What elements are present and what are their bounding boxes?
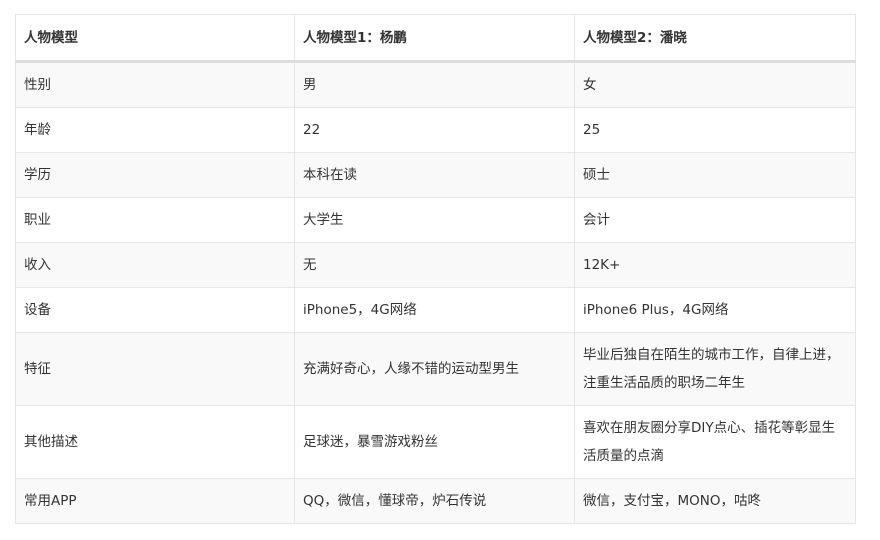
table-row: 收入 无 12K+ xyxy=(15,242,856,288)
header-row: 人物模型 人物模型1：杨鹏 人物模型2：潘晓 xyxy=(15,14,856,63)
table-row: 性别 男 女 xyxy=(15,61,856,108)
row-label: 其他描述 xyxy=(15,405,295,479)
table-body: 性别 男 女 年龄 22 25 学历 本科在读 硕士 职业 大学生 会计 收入 … xyxy=(15,61,856,524)
column-header-persona-2: 人物模型2：潘晓 xyxy=(574,14,856,63)
row-label: 学历 xyxy=(15,152,295,198)
table-row: 常用APP QQ，微信，懂球帝，炉石传说 微信，支付宝，MONO，咕咚 xyxy=(15,478,856,524)
persona-2-cell: 女 xyxy=(574,61,856,108)
persona-1-cell: 无 xyxy=(294,242,575,288)
persona-table: 人物模型 人物模型1：杨鹏 人物模型2：潘晓 性别 男 女 年龄 22 25 学… xyxy=(15,14,856,524)
persona-1-cell: 男 xyxy=(294,61,575,108)
persona-2-cell: 微信，支付宝，MONO，咕咚 xyxy=(574,478,856,524)
persona-2-cell: 25 xyxy=(574,107,856,153)
persona-2-cell: 硕士 xyxy=(574,152,856,198)
persona-2-cell: 12K+ xyxy=(574,242,856,288)
persona-2-cell: 会计 xyxy=(574,197,856,243)
table-row: 职业 大学生 会计 xyxy=(15,197,856,243)
persona-2-cell: iPhone6 Plus，4G网络 xyxy=(574,287,856,333)
row-label: 职业 xyxy=(15,197,295,243)
row-label: 设备 xyxy=(15,287,295,333)
table-row: 学历 本科在读 硕士 xyxy=(15,152,856,198)
row-label: 特征 xyxy=(15,332,295,406)
row-label: 常用APP xyxy=(15,478,295,524)
persona-2-cell: 毕业后独自在陌生的城市工作，自律上进，注重生活品质的职场二年生 xyxy=(574,332,856,406)
persona-1-cell: 22 xyxy=(294,107,575,153)
table-header: 人物模型 人物模型1：杨鹏 人物模型2：潘晓 xyxy=(15,14,856,63)
persona-1-cell: 充满好奇心，人缘不错的运动型男生 xyxy=(294,332,575,406)
persona-1-cell: 大学生 xyxy=(294,197,575,243)
table-row: 特征 充满好奇心，人缘不错的运动型男生 毕业后独自在陌生的城市工作，自律上进，注… xyxy=(15,332,856,406)
table-row: 年龄 22 25 xyxy=(15,107,856,153)
persona-1-cell: 本科在读 xyxy=(294,152,575,198)
persona-2-cell: 喜欢在朋友圈分享DIY点心、插花等彰显生活质量的点滴 xyxy=(574,405,856,479)
persona-1-cell: QQ，微信，懂球帝，炉石传说 xyxy=(294,478,575,524)
table-row: 设备 iPhone5，4G网络 iPhone6 Plus，4G网络 xyxy=(15,287,856,333)
row-label: 收入 xyxy=(15,242,295,288)
row-label: 年龄 xyxy=(15,107,295,153)
column-header-persona-1: 人物模型1：杨鹏 xyxy=(294,14,575,63)
column-header-attribute: 人物模型 xyxy=(15,14,295,63)
persona-1-cell: 足球迷，暴雪游戏粉丝 xyxy=(294,405,575,479)
table-row: 其他描述 足球迷，暴雪游戏粉丝 喜欢在朋友圈分享DIY点心、插花等彰显生活质量的… xyxy=(15,405,856,479)
persona-1-cell: iPhone5，4G网络 xyxy=(294,287,575,333)
row-label: 性别 xyxy=(15,61,295,108)
